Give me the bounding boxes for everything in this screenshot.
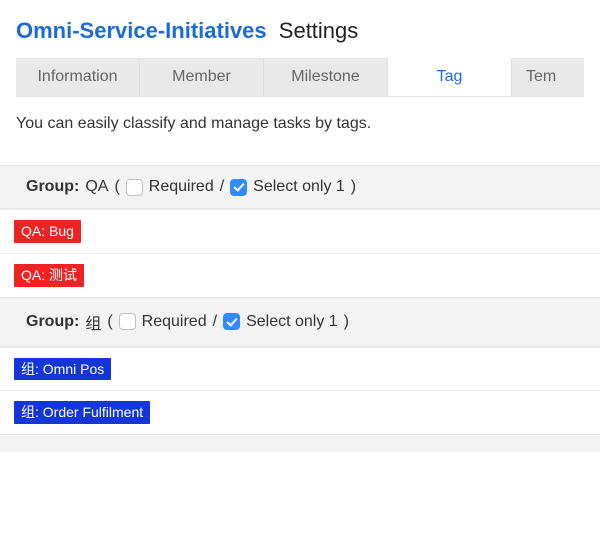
group-label: Group: <box>26 313 79 331</box>
group-name: QA <box>85 178 108 196</box>
tag-item[interactable]: QA: 测试 <box>14 264 84 287</box>
tag-item[interactable]: 组: Order Fulfilment <box>14 401 150 424</box>
tabs: Information Member Milestone Tag Tem <box>16 58 584 97</box>
tab-member[interactable]: Member <box>140 58 264 96</box>
tag-row: QA: 测试 <box>0 253 600 297</box>
group-label: Group: <box>26 178 79 196</box>
page-header: Omni-Service-Initiatives Settings <box>0 0 600 54</box>
separator: / <box>220 178 224 196</box>
required-label: Required <box>149 178 214 196</box>
paren-open: ( <box>114 178 119 196</box>
paren-close: ) <box>351 178 356 196</box>
group-header-qa: Group: QA ( Required / Select only 1 ) <box>0 165 600 209</box>
required-label: Required <box>142 313 207 331</box>
tab-tag[interactable]: Tag <box>388 58 512 96</box>
tag-row: 组: Omni Pos <box>0 347 600 391</box>
tab-template[interactable]: Tem <box>512 58 584 96</box>
paren-open: ( <box>107 313 112 331</box>
page-title: Settings <box>279 18 359 43</box>
tag-item[interactable]: QA: Bug <box>14 220 81 243</box>
footer-bar <box>0 434 600 452</box>
group-name: 组 <box>85 310 101 334</box>
required-checkbox[interactable] <box>119 313 136 330</box>
tab-information[interactable]: Information <box>16 58 140 96</box>
group-header-zu: Group: 组 ( Required / Select only 1 ) <box>0 297 600 347</box>
tag-description: You can easily classify and manage tasks… <box>0 97 600 165</box>
project-link[interactable]: Omni-Service-Initiatives <box>16 18 267 43</box>
tag-item[interactable]: 组: Omni Pos <box>14 358 111 381</box>
tag-row: 组: Order Fulfilment <box>0 390 600 434</box>
tab-milestone[interactable]: Milestone <box>264 58 388 96</box>
select-only-1-checkbox[interactable] <box>223 313 240 330</box>
select-only-1-checkbox[interactable] <box>230 179 247 196</box>
required-checkbox[interactable] <box>126 179 143 196</box>
select-only-1-label: Select only 1 <box>246 313 338 331</box>
paren-close: ) <box>344 313 349 331</box>
select-only-1-label: Select only 1 <box>253 178 345 196</box>
tag-row: QA: Bug <box>0 209 600 253</box>
separator: / <box>213 313 217 331</box>
